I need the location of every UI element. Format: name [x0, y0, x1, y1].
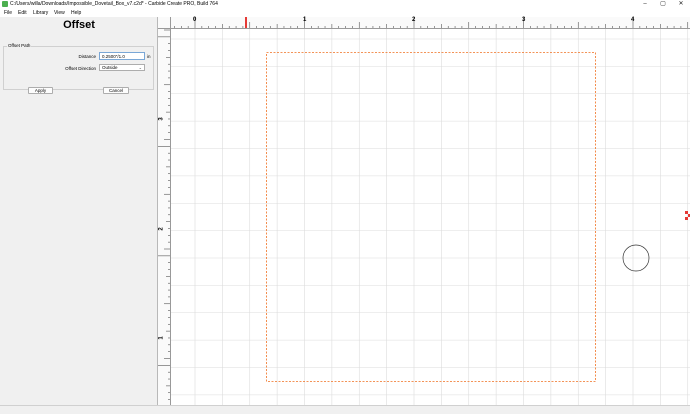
window-title: C:/Users/willa/Downloads/Impossible_Dove…	[10, 1, 218, 7]
direction-select[interactable]: Outside ⌄	[99, 64, 145, 71]
distance-unit: in	[147, 54, 151, 59]
grid	[171, 29, 690, 405]
maximize-button[interactable]: ▢	[657, 0, 669, 9]
chevron-down-icon: ⌄	[138, 65, 142, 70]
menu-library[interactable]: Library	[33, 9, 48, 17]
app-icon	[2, 1, 8, 7]
offset-path-rect[interactable]	[266, 52, 596, 382]
panel-title: Offset	[63, 19, 95, 31]
canvas-drawing	[171, 29, 690, 405]
minimize-button[interactable]: –	[639, 0, 651, 9]
group-label: Offset Path	[7, 43, 32, 48]
status-bar	[0, 405, 690, 414]
ruler-y-label: 2	[158, 227, 165, 231]
ruler-y-label: 1	[158, 336, 165, 340]
ruler-x-label: 0	[193, 17, 197, 23]
ruler-left[interactable]: 3 2 1	[158, 29, 171, 405]
ruler-x-label: 2	[412, 17, 416, 23]
apply-button[interactable]: Apply	[28, 87, 53, 94]
cancel-button[interactable]: Cancel	[103, 87, 129, 94]
menu-edit[interactable]: Edit	[18, 9, 27, 17]
ruler-y-label: 3	[158, 117, 165, 121]
menu-file[interactable]: File	[4, 9, 12, 17]
menu-help[interactable]: Help	[71, 9, 81, 17]
direction-value: Outside	[102, 65, 118, 70]
direction-label: Offset Direction	[65, 66, 96, 71]
menu-view[interactable]: View	[54, 9, 65, 17]
ruler-corner	[158, 17, 171, 29]
distance-input[interactable]: 0.2500"/1.0	[99, 52, 145, 60]
ruler-top-ticks	[174, 17, 689, 28]
ruler-x-label: 4	[631, 17, 635, 23]
ruler-x-label: 3	[522, 17, 526, 23]
ruler-position-marker	[245, 17, 247, 28]
ruler-x-label: 1	[303, 17, 307, 23]
close-button[interactable]: ✕	[675, 0, 687, 9]
offset-panel: Offset Offset Path Distance 0.2500"/1.0 …	[0, 17, 158, 405]
title-bar: C:/Users/willa/Downloads/Impossible_Dove…	[0, 0, 690, 9]
design-canvas[interactable]	[171, 29, 690, 405]
ruler-left-ticks	[158, 29, 170, 400]
ruler-top[interactable]: 0 1 2 3 4	[171, 17, 690, 29]
distance-label: Distance	[78, 54, 96, 59]
menu-bar: File Edit Library View Help	[0, 9, 690, 17]
